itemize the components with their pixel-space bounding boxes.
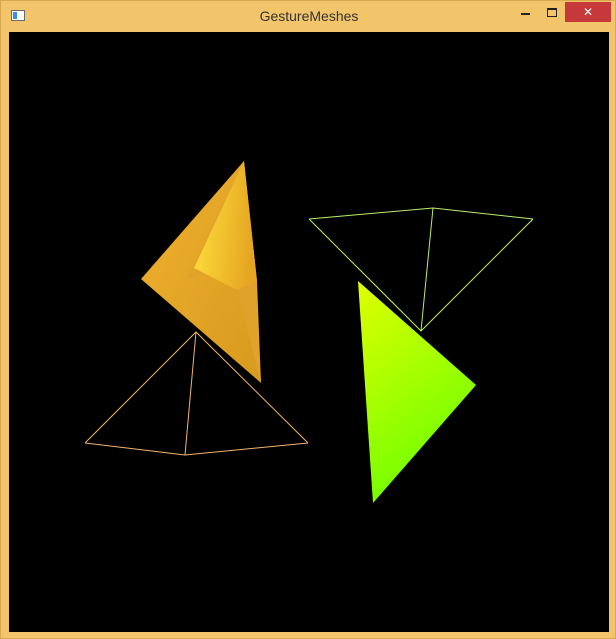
minimize-button[interactable] <box>512 2 538 22</box>
maximize-button[interactable] <box>538 2 565 22</box>
green-solid-pyramid[interactable] <box>358 281 476 503</box>
app-window: GestureMeshes ✕ <box>0 0 616 639</box>
orange-wire-edge-ridge <box>184 331 197 456</box>
3d-viewport[interactable] <box>9 32 609 632</box>
orange-wire-edges-base <box>84 442 309 456</box>
green-wire-edge-ridge <box>420 207 434 332</box>
orange-wireframe-pyramid[interactable] <box>84 331 309 456</box>
green-wireframe-pyramid[interactable] <box>308 207 534 332</box>
orange-solid-pyramid[interactable] <box>141 161 261 383</box>
close-icon: ✕ <box>582 5 594 19</box>
green-wire-edges-outer <box>308 218 534 332</box>
close-button[interactable]: ✕ <box>565 2 611 22</box>
green-pyramid-face <box>358 281 476 503</box>
title-bar[interactable]: GestureMeshes ✕ <box>1 1 616 32</box>
scene-canvas <box>84 161 534 503</box>
green-wire-edges-top <box>308 207 534 220</box>
orange-wire-edges-outer <box>84 331 309 444</box>
minimize-icon <box>520 13 530 15</box>
maximize-icon <box>546 7 557 17</box>
